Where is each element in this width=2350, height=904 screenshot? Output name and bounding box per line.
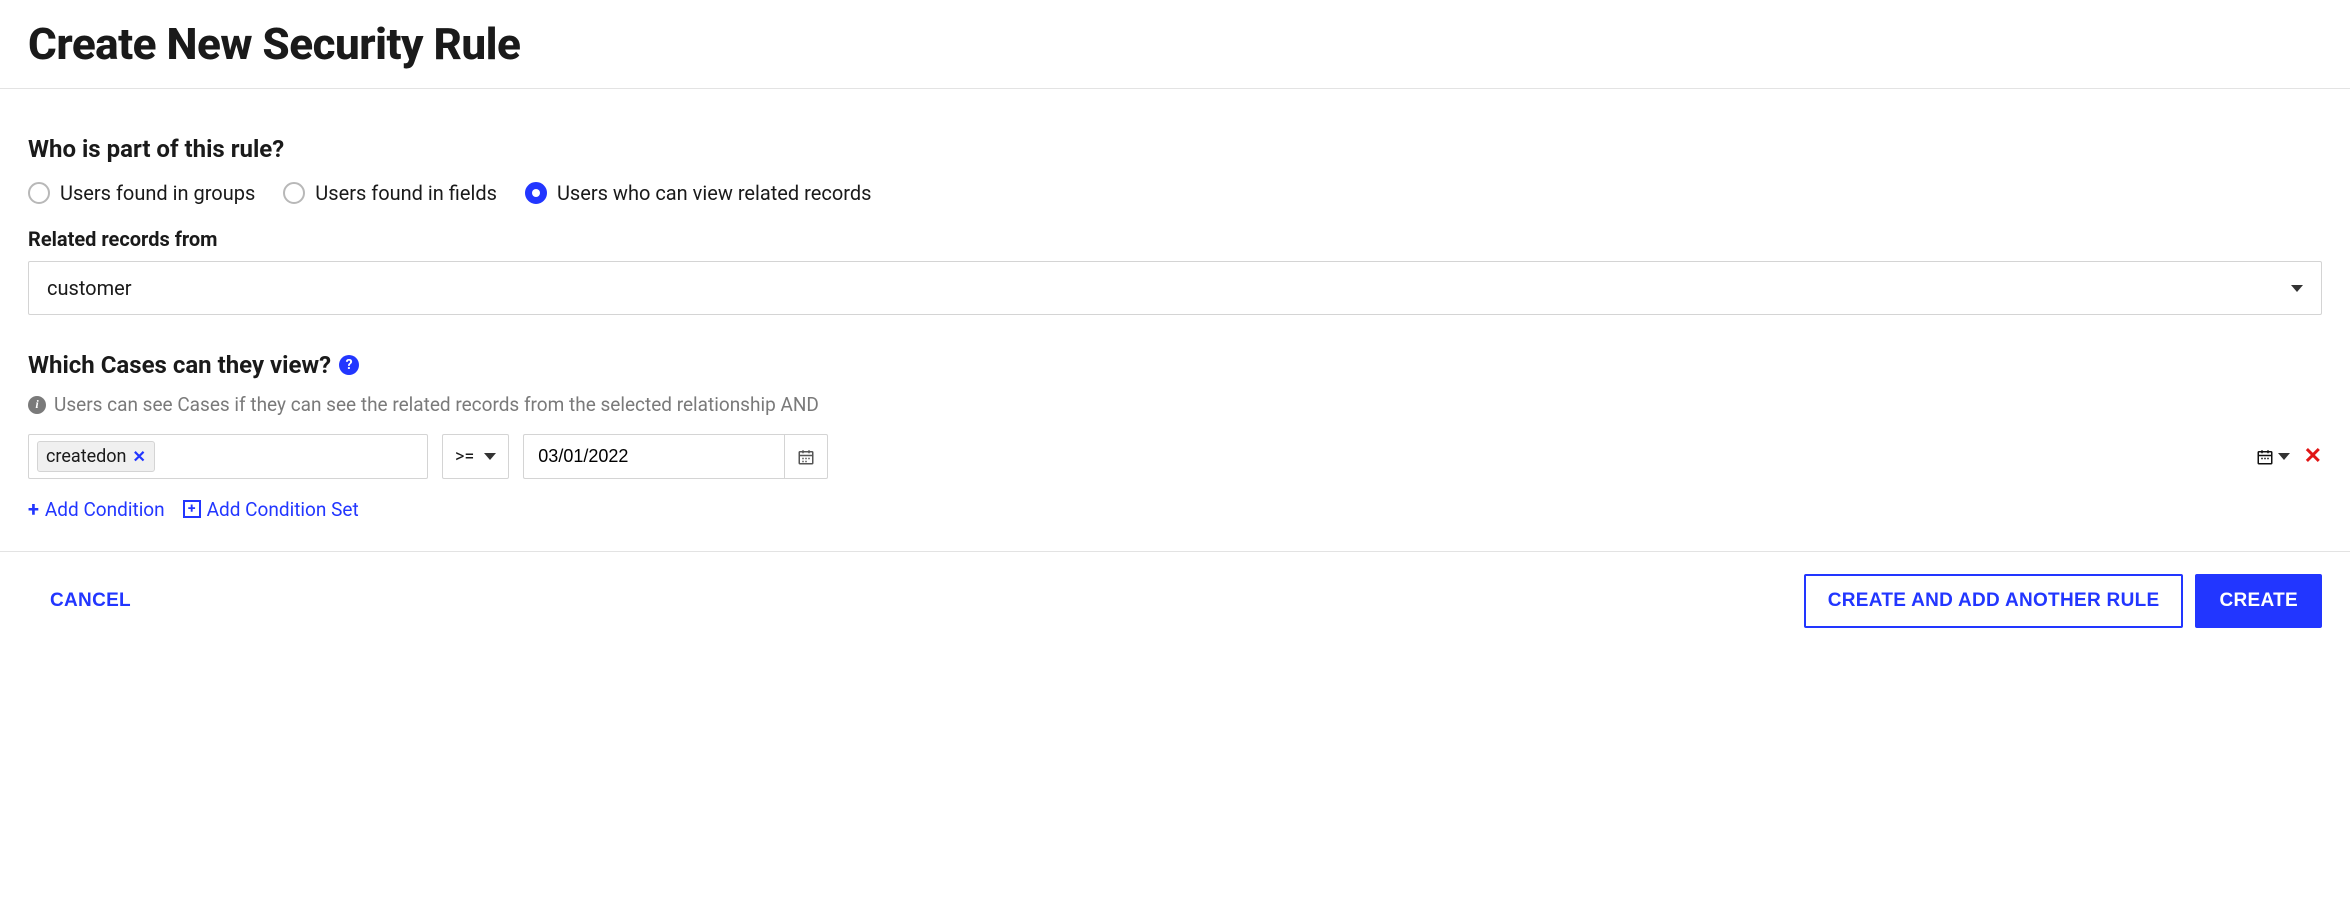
radio-label: Users found in fields (315, 181, 497, 205)
field-token: createdon ✕ (37, 441, 155, 472)
page-title: Create New Security Rule (28, 18, 2322, 70)
boxed-plus-icon: + (183, 500, 201, 518)
create-and-add-another-button[interactable]: CREATE AND ADD ANOTHER RULE (1804, 574, 2184, 628)
date-type-toggle[interactable] (2256, 448, 2290, 466)
add-condition-label: Add Condition (45, 498, 165, 521)
add-condition-link[interactable]: + Add Condition (28, 497, 165, 521)
remove-condition-button[interactable]: ✕ (2304, 444, 2322, 469)
radio-users-groups[interactable]: Users found in groups (28, 181, 255, 205)
condition-operator-select[interactable]: >= (442, 434, 509, 479)
date-picker-button[interactable] (784, 434, 828, 479)
select-value: customer (47, 276, 132, 300)
help-icon[interactable]: ? (339, 355, 359, 375)
radio-icon (283, 182, 305, 204)
condition-field-input[interactable]: createdon ✕ (28, 434, 428, 479)
radio-users-related[interactable]: Users who can view related records (525, 181, 871, 205)
create-button[interactable]: CREATE (2195, 574, 2322, 628)
plus-icon: + (28, 497, 39, 521)
radio-users-fields[interactable]: Users found in fields (283, 181, 497, 205)
condition-date-input[interactable] (523, 434, 784, 479)
chevron-down-icon (2291, 285, 2303, 292)
chevron-down-icon (2278, 453, 2290, 460)
calendar-icon (2256, 448, 2274, 466)
calendar-icon (797, 448, 815, 466)
condition-date-wrap (523, 434, 828, 479)
add-condition-set-label: Add Condition Set (207, 498, 359, 521)
who-heading: Who is part of this rule? (28, 135, 2322, 163)
condition-row: createdon ✕ >= (28, 434, 2322, 479)
operator-value: >= (455, 446, 474, 467)
header-divider (0, 88, 2350, 89)
remove-token-icon[interactable]: ✕ (132, 447, 145, 466)
which-info-line: i Users can see Cases if they can see th… (28, 393, 2322, 416)
info-icon: i (28, 396, 46, 414)
related-records-label: Related records from (28, 227, 2322, 251)
footer-bar: CANCEL CREATE AND ADD ANOTHER RULE CREAT… (0, 551, 2350, 650)
radio-icon (28, 182, 50, 204)
cancel-button[interactable]: CANCEL (28, 576, 153, 626)
who-radio-group: Users found in groups Users found in fie… (28, 181, 2322, 205)
radio-label: Users who can view related records (557, 181, 871, 205)
which-heading: Which Cases can they view? (28, 351, 331, 379)
related-records-select[interactable]: customer (28, 261, 2322, 315)
add-condition-set-link[interactable]: + Add Condition Set (183, 498, 359, 521)
field-token-label: createdon (46, 446, 126, 467)
radio-icon-selected (525, 182, 547, 204)
chevron-down-icon (484, 453, 496, 460)
radio-label: Users found in groups (60, 181, 255, 205)
which-info-text: Users can see Cases if they can see the … (54, 393, 819, 416)
